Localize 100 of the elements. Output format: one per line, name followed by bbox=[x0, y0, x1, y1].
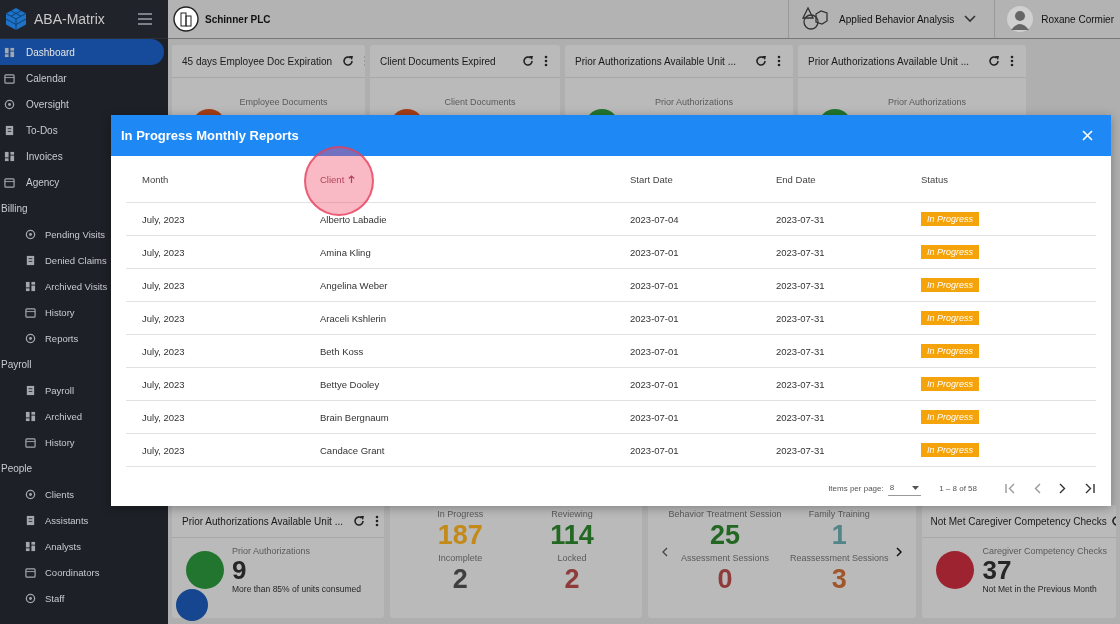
card-title: Not Met Caregiver Competency Checks bbox=[930, 515, 1107, 527]
app-name: ABA-Matrix bbox=[34, 11, 106, 27]
sidebar-item[interactable]: History bbox=[0, 299, 79, 325]
sidebar-section-heading: People bbox=[0, 461, 33, 476]
stat-label: Reassessment Sessions bbox=[790, 552, 889, 563]
stat-label: Assessment Sessions bbox=[681, 552, 770, 563]
sidebar-item[interactable]: Archived bbox=[0, 403, 86, 429]
sidebar-item[interactable]: Denied Claims bbox=[0, 247, 111, 273]
page-range: 1 – 8 of 58 bbox=[939, 484, 977, 493]
sidebar-section-heading: Billing bbox=[0, 201, 28, 216]
status-badge: In Progress bbox=[921, 344, 980, 358]
table-cell-text: July, 2023 bbox=[141, 444, 186, 456]
table-cell-text: July, 2023 bbox=[141, 345, 186, 357]
sidebar-item[interactable]: History bbox=[0, 429, 79, 455]
table-cell-text: 2023-07-01 bbox=[629, 411, 680, 423]
sidebar-item[interactable]: Oversight bbox=[0, 91, 73, 117]
table-cell-text: Candace Grant bbox=[319, 444, 386, 456]
stat-value: 1 bbox=[831, 519, 847, 551]
sidebar-item[interactable]: Clients bbox=[0, 481, 79, 507]
table-cell-text: Amina Kling bbox=[319, 246, 372, 258]
status-badge: In Progress bbox=[921, 311, 980, 325]
sidebar-item[interactable]: Assistants bbox=[0, 507, 93, 533]
card-label: Caregiver Competency Checks bbox=[982, 546, 1107, 556]
card-title: Prior Authorizations Available Unit ... bbox=[575, 55, 737, 67]
dialog-title: In Progress Monthly Reports bbox=[121, 128, 299, 143]
card-subtitle: Client Documents bbox=[443, 97, 517, 107]
status-badge: In Progress bbox=[921, 212, 980, 226]
sidebar-section-heading: Payroll bbox=[0, 357, 32, 372]
stat-value: 187 bbox=[437, 519, 483, 551]
card-value: 37 bbox=[982, 556, 1012, 584]
sidebar-item[interactable]: Payroll bbox=[0, 377, 79, 403]
card-label: Prior Authorizations bbox=[232, 546, 312, 556]
table-cell-text: July, 2023 bbox=[141, 246, 186, 258]
sidebar-item[interactable]: Dashboard bbox=[0, 39, 164, 65]
card-value: 9 bbox=[232, 556, 248, 584]
card-subtitle: Prior Authorizations bbox=[886, 97, 967, 107]
table-cell-text: 2023-07-01 bbox=[629, 378, 680, 390]
stat-value: 3 bbox=[831, 562, 847, 595]
sidebar-item[interactable]: Analysts bbox=[0, 533, 85, 559]
stat-label: In Progress bbox=[437, 508, 484, 519]
stat-label: Family Training bbox=[808, 508, 870, 519]
stat-label: Behavior Treatment Session bbox=[668, 508, 782, 519]
table-cell-text: Araceli Kshlerin bbox=[319, 312, 387, 324]
sidebar-item[interactable]: To-Dos bbox=[0, 117, 62, 143]
card-title: Prior Authorizations Available Unit ... bbox=[182, 515, 343, 527]
table-cell-text: July, 2023 bbox=[141, 213, 186, 225]
table-cell-text: 2023-07-31 bbox=[775, 246, 826, 258]
table-cell-text: 2023-07-31 bbox=[775, 345, 826, 357]
table-cell-text: Bettye Dooley bbox=[319, 378, 381, 390]
sidebar-item[interactable]: Agency bbox=[0, 169, 64, 195]
sidebar-item[interactable]: Pending Visits bbox=[0, 221, 110, 247]
stat-value: 25 bbox=[710, 518, 741, 551]
card-subtitle: Employee Documents bbox=[238, 97, 329, 107]
table-cell-text: 2023-07-01 bbox=[629, 246, 680, 258]
table-cell-text: 2023-07-04 bbox=[629, 213, 680, 225]
stat-value: 2 bbox=[452, 563, 468, 595]
company-name: Schinner PLC bbox=[205, 13, 271, 25]
table-cell-text: 2023-07-31 bbox=[775, 411, 826, 423]
table-cell-text: 2023-07-31 bbox=[775, 378, 826, 390]
column-header[interactable]: End Date bbox=[771, 173, 916, 185]
stat-label: Locked bbox=[557, 552, 587, 563]
items-per-page-label: Items per page: bbox=[828, 484, 884, 493]
table-cell-text: Angelina Weber bbox=[319, 279, 389, 291]
stat-value: 2 bbox=[564, 562, 580, 595]
user-menu[interactable]: Roxane Cormier bbox=[994, 0, 1120, 38]
status-badge: In Progress bbox=[921, 377, 980, 391]
card-note: More than 85% of units consumed bbox=[232, 584, 361, 594]
status-badge: In Progress bbox=[921, 443, 980, 457]
status-badge: In Progress bbox=[921, 410, 980, 424]
program-selector[interactable]: Applied Behavior Analysis bbox=[788, 0, 989, 38]
stat-value: 0 bbox=[717, 562, 733, 595]
sidebar-item[interactable]: Coordinators bbox=[0, 559, 104, 585]
column-header[interactable]: Month bbox=[126, 173, 315, 185]
column-header[interactable]: Status bbox=[916, 173, 1096, 185]
table-cell-text: 2023-07-31 bbox=[775, 444, 826, 456]
table-cell-text: July, 2023 bbox=[141, 279, 186, 291]
table-cell-text: 2023-07-31 bbox=[775, 279, 826, 291]
sidebar-item[interactable]: Archived Visits bbox=[0, 273, 112, 299]
status-badge: In Progress bbox=[921, 278, 980, 292]
items-per-page-select[interactable]: 8 bbox=[887, 481, 922, 496]
table-cell-text: 2023-07-01 bbox=[629, 444, 680, 456]
status-badge: In Progress bbox=[921, 245, 980, 259]
column-header[interactable]: Start Date bbox=[625, 173, 771, 185]
stat-value: 114 bbox=[550, 519, 594, 551]
sidebar-item[interactable]: Calendar bbox=[0, 65, 71, 91]
stat-label: Incomplete bbox=[438, 552, 483, 563]
table-cell-text: July, 2023 bbox=[141, 312, 186, 324]
table-cell-text: 2023-07-01 bbox=[629, 279, 680, 291]
table-cell-text: 2023-07-01 bbox=[629, 312, 680, 324]
sidebar-item[interactable]: Staff bbox=[0, 585, 69, 611]
card-subtitle: Prior Authorizations bbox=[653, 97, 734, 107]
card-title: 45 days Employee Doc Expiration bbox=[182, 55, 333, 67]
table-cell-text: Brain Bergnaum bbox=[319, 411, 390, 423]
sidebar-item[interactable]: Reports bbox=[0, 325, 83, 351]
table-cell-text: July, 2023 bbox=[141, 378, 186, 390]
table-cell-text: July, 2023 bbox=[141, 411, 186, 423]
table-cell-text: 2023-07-31 bbox=[775, 213, 826, 225]
table-cell-text: 2023-07-31 bbox=[775, 312, 826, 324]
card-note: Not Met in the Previous Month bbox=[982, 584, 1098, 594]
sidebar-item[interactable]: Invoices bbox=[0, 143, 67, 169]
